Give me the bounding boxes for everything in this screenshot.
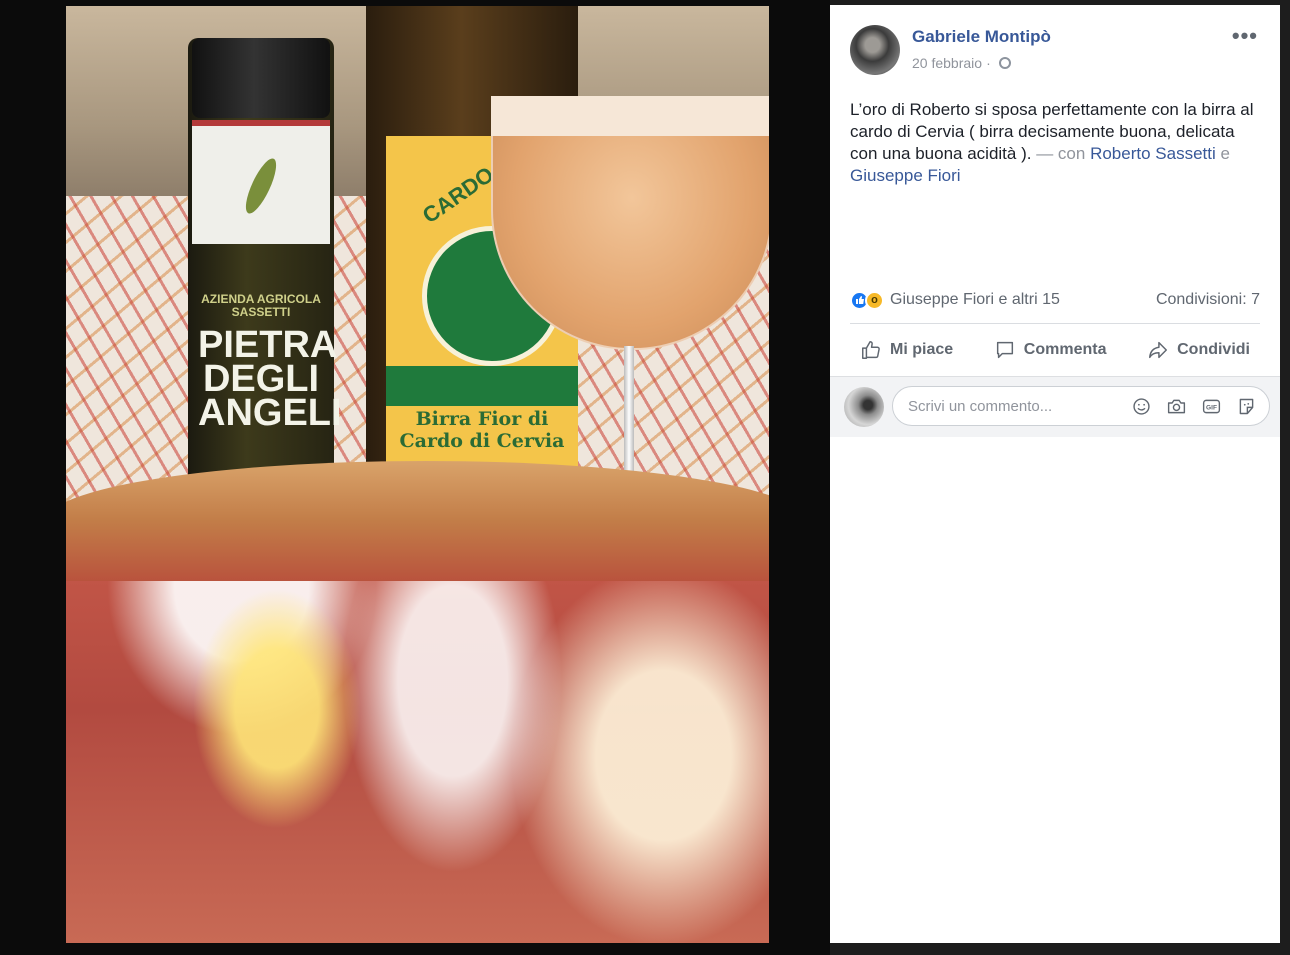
- oil-brand-small: AZIENDA AGRICOLA SASSETTI: [201, 292, 321, 319]
- reactions-row: o Giuseppe Fiori e altri 15 Condivisioni…: [850, 289, 1260, 311]
- leaf-logo-icon: [240, 155, 282, 217]
- thumbs-up-outline-icon: [862, 341, 880, 359]
- post-photo[interactable]: AZIENDA AGRICOLA SASSETTI PIETRA DEGLI A…: [66, 6, 769, 943]
- share-arrow-icon: [1149, 341, 1168, 359]
- more-options-icon[interactable]: •••: [1232, 25, 1258, 47]
- post-header: Gabriele Montipò 20 febbraio · •••: [850, 25, 1260, 75]
- svg-text:GIF: GIF: [1206, 405, 1217, 412]
- pizza-crust: [66, 461, 769, 581]
- comment-composer: Scrivi un commento... GIF: [830, 376, 1280, 437]
- divider: [850, 323, 1260, 324]
- wow-icon[interactable]: o: [865, 290, 884, 310]
- tag-giuseppe-fiori[interactable]: Giuseppe Fiori: [850, 166, 961, 185]
- post-meta: 20 febbraio ·: [912, 55, 1011, 71]
- author-name[interactable]: Gabriele Montipò: [912, 27, 1051, 47]
- reactions-summary[interactable]: Giuseppe Fiori e altri 15: [890, 291, 1060, 309]
- action-bar: Mi piace Commenta Condividi: [850, 329, 1260, 371]
- beer-foam: [491, 96, 769, 136]
- oil-label: [192, 120, 330, 244]
- share-label: Condividi: [1177, 341, 1250, 358]
- and-label: e: [1220, 144, 1230, 163]
- share-button[interactable]: Condividi: [1137, 339, 1260, 361]
- oil-brand-name: PIETRA DEGLI ANGELI: [198, 324, 342, 434]
- camera-icon[interactable]: [1166, 396, 1187, 417]
- shares-count[interactable]: Condivisioni: 7: [1156, 291, 1260, 309]
- photo-viewer: AZIENDA AGRICOLA SASSETTI PIETRA DEGLI A…: [0, 0, 830, 955]
- tag-roberto-sassetti[interactable]: Roberto Sassetti: [1090, 144, 1216, 163]
- author-avatar[interactable]: [850, 25, 900, 75]
- olive-oil-bottle: AZIENDA AGRICOLA SASSETTI PIETRA DEGLI A…: [188, 38, 342, 483]
- user-avatar[interactable]: [844, 387, 884, 427]
- comment-label: Commenta: [1023, 341, 1107, 358]
- bottle-cap: [192, 38, 330, 118]
- like-button[interactable]: Mi piace: [850, 339, 963, 361]
- like-label: Mi piace: [890, 341, 954, 358]
- comment-input[interactable]: Scrivi un commento... GIF: [892, 386, 1270, 426]
- comment-button[interactable]: Commenta: [984, 339, 1117, 361]
- gif-icon[interactable]: GIF: [1201, 396, 1222, 417]
- sticker-icon[interactable]: [1236, 396, 1257, 417]
- emoji-icon[interactable]: [1131, 396, 1152, 417]
- post-panel: Gabriele Montipò 20 febbraio · ••• L’oro…: [830, 5, 1280, 943]
- with-label: — con: [1036, 144, 1086, 163]
- post-date[interactable]: 20 febbraio: [912, 55, 982, 71]
- comment-tools: GIF: [1131, 396, 1257, 417]
- post-text: L’oro di Roberto si sposa perfettamente …: [850, 99, 1260, 187]
- meta-separator: ·: [986, 55, 991, 71]
- beer-glass: [491, 6, 769, 516]
- comment-bubble-icon: [996, 341, 1013, 359]
- globe-icon[interactable]: [998, 57, 1011, 69]
- comment-placeholder: Scrivi un commento...: [908, 398, 1053, 415]
